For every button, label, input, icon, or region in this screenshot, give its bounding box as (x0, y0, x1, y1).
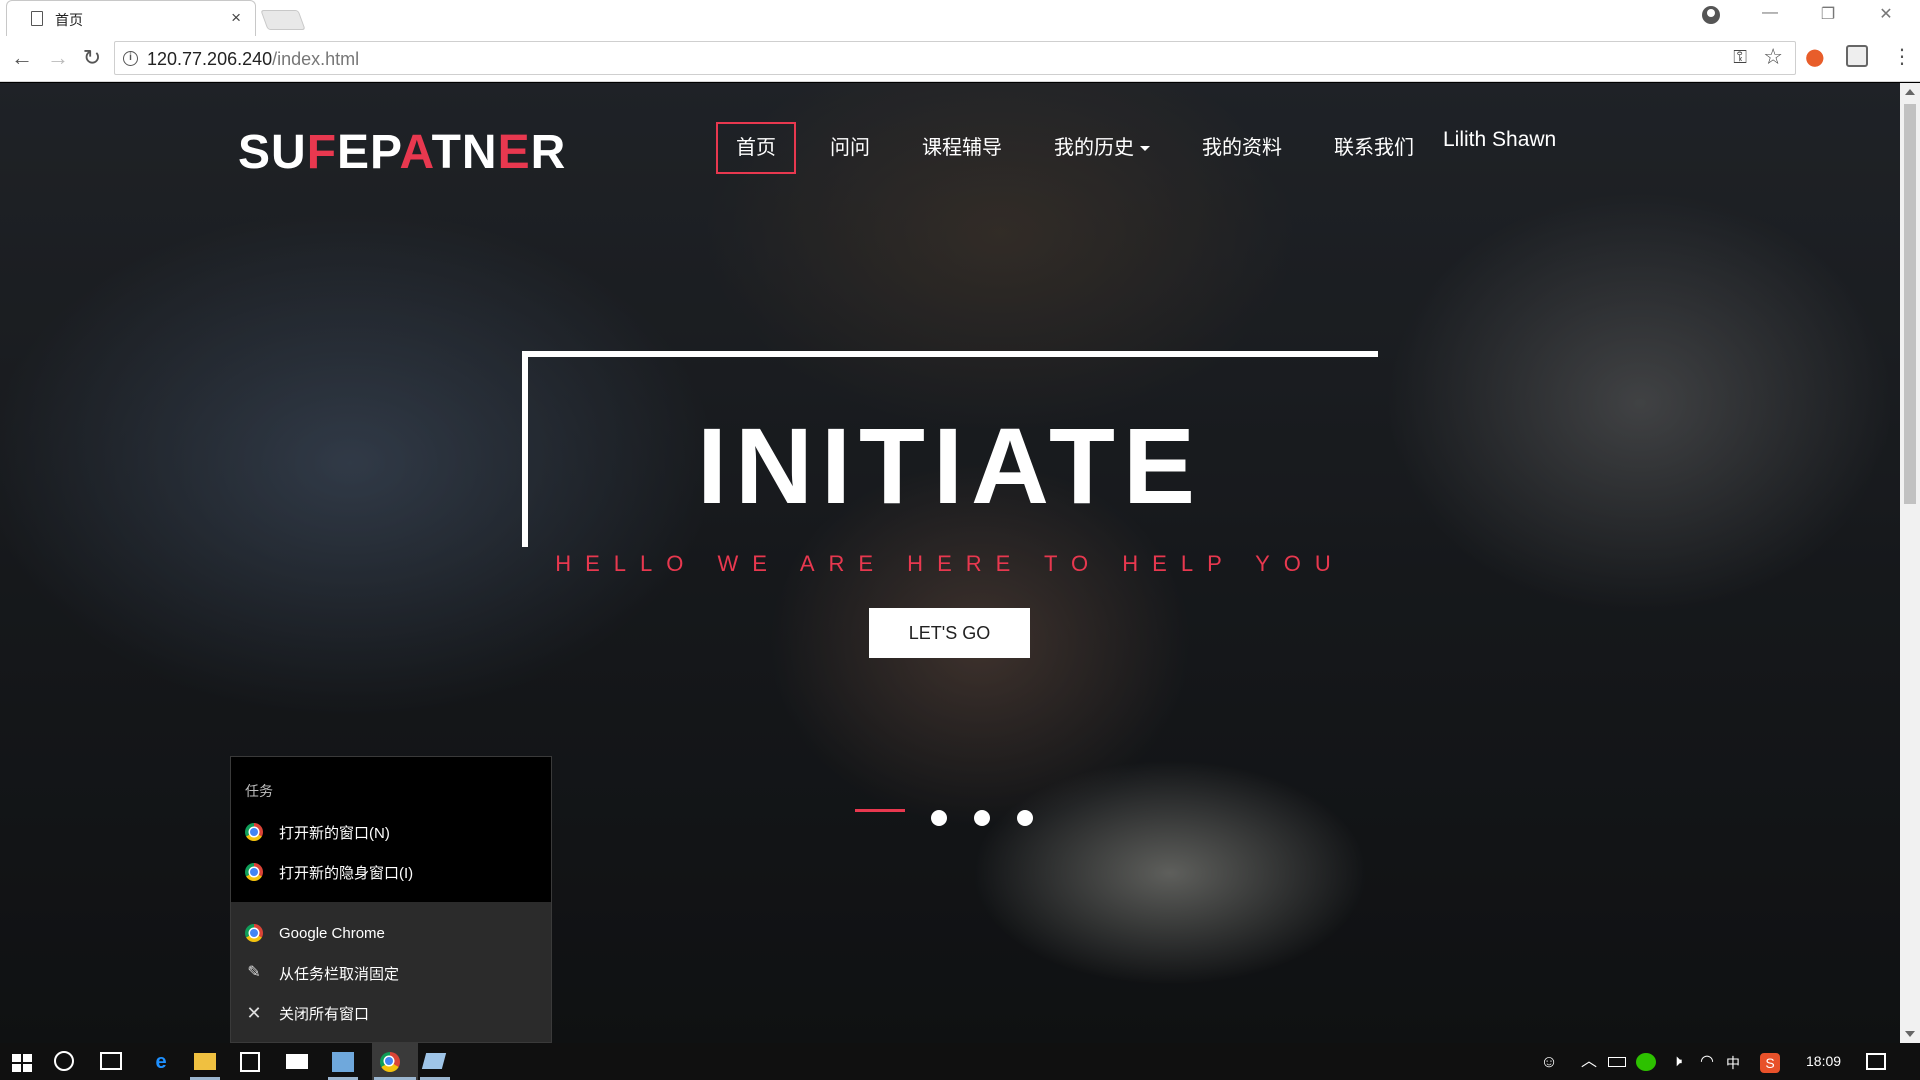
browser-tab[interactable]: 首页 × (6, 0, 256, 36)
clock[interactable]: 18:09 (1806, 1053, 1841, 1069)
chrome-icon (245, 924, 263, 942)
people-icon[interactable]: ☺ (1536, 1049, 1562, 1075)
extension-icon[interactable] (1846, 45, 1868, 67)
extension-icon[interactable] (1806, 45, 1828, 67)
page-document-icon (31, 11, 43, 26)
jump-list-unpin[interactable]: ✎ 从任务栏取消固定 (245, 960, 399, 986)
caret-down-icon (1140, 146, 1150, 152)
edge-icon[interactable]: e (148, 1049, 174, 1075)
key-icon[interactable]: ⚿ (1733, 47, 1747, 68)
logo-part: R (530, 126, 567, 179)
lets-go-button[interactable]: LET'S GO (869, 608, 1030, 658)
sogou-input-icon[interactable]: S (1760, 1053, 1780, 1073)
mail-icon[interactable] (286, 1054, 308, 1069)
jump-list-close-all[interactable]: ✕ 关闭所有窗口 (245, 1000, 369, 1026)
chrome-icon (245, 823, 263, 841)
jump-list-open-chrome[interactable]: Google Chrome (245, 920, 385, 946)
nav-item-profile[interactable]: 我的资料 (1184, 122, 1300, 174)
address-bar[interactable]: i 120.77.206.240/index.html ⚿ ☆ (114, 41, 1796, 75)
wifi-icon[interactable]: ◠ (1694, 1049, 1720, 1075)
url-text[interactable]: 120.77.206.240/index.html (147, 49, 359, 70)
back-arrow-icon[interactable]: ← (8, 46, 36, 70)
url-path: /index.html (272, 49, 360, 69)
store-icon[interactable] (240, 1052, 260, 1072)
url-host: 120.77.206.240 (147, 49, 273, 69)
hero-frame-line (522, 351, 1378, 357)
logo-part: EP (337, 126, 400, 179)
main-nav: 首页 问问 课程辅导 我的历史 我的资料 联系我们 (716, 122, 1448, 174)
bookmark-star-icon[interactable]: ☆ (1763, 44, 1783, 70)
volume-muted-icon[interactable]: 🕨 (1664, 1049, 1690, 1075)
close-icon: ✕ (246, 1003, 262, 1023)
minimize-button[interactable]: — (1750, 4, 1790, 22)
start-windows-icon[interactable] (12, 1054, 32, 1072)
site-info-icon[interactable]: i (123, 51, 138, 66)
notifications-icon[interactable] (1866, 1053, 1886, 1070)
jump-list-item-label: Google Chrome (279, 924, 385, 942)
chrome-icon (245, 863, 263, 881)
file-explorer-icon[interactable] (194, 1053, 216, 1070)
jump-list-item-label: 从任务栏取消固定 (279, 965, 400, 983)
scrollbar-thumb[interactable] (1904, 104, 1916, 504)
reload-icon[interactable]: ↻ (78, 46, 106, 70)
logo-part: F (306, 126, 338, 179)
nav-user-name[interactable]: Lilith Shawn (1443, 128, 1556, 152)
new-tab-button[interactable] (260, 10, 306, 30)
browser-tab-strip: 首页 × — ❐ ✕ (0, 0, 1920, 36)
jump-list-new-incognito[interactable]: 打开新的隐身窗口(I) (245, 859, 413, 885)
jump-list-item-label: 关闭所有窗口 (279, 1005, 370, 1023)
nav-history-label: 我的历史 (1054, 137, 1134, 159)
nav-item-home[interactable]: 首页 (716, 122, 796, 174)
show-hidden-icons-chevron-up-icon[interactable]: ︿ (1576, 1049, 1602, 1075)
more-menu-icon[interactable]: ⋮ (1892, 44, 1912, 69)
app-icon[interactable] (421, 1053, 447, 1069)
taskbar-jump-list: 任务 打开新的窗口(N) 打开新的隐身窗口(I) Google Chrome ✎… (231, 757, 551, 1042)
forward-arrow-icon[interactable]: → (44, 46, 72, 70)
jump-list-actions: Google Chrome ✎ 从任务栏取消固定 ✕ 关闭所有窗口 (231, 902, 551, 1042)
logo-part: A (399, 126, 432, 179)
jump-list-header: 任务 (245, 783, 273, 799)
cortana-icon[interactable] (54, 1051, 74, 1071)
chrome-icon[interactable] (380, 1052, 400, 1072)
slider-dot[interactable] (931, 810, 947, 826)
nav-item-tutoring[interactable]: 课程辅导 (904, 122, 1020, 174)
logo-part: SU (238, 126, 307, 179)
restore-button[interactable]: ❐ (1808, 4, 1848, 24)
logo-part: E (497, 126, 531, 179)
hero-title: INITIATE (697, 405, 1203, 526)
jump-list-tasks: 任务 打开新的窗口(N) 打开新的隐身窗口(I) (231, 757, 551, 902)
jump-list-item-label: 打开新的隐身窗口(I) (279, 864, 414, 882)
slider-dot[interactable] (1017, 810, 1033, 826)
scroll-down-arrow-icon[interactable] (1905, 1031, 1915, 1037)
hero-subtitle: HELLO WE ARE HERE TO HELP YOU (555, 551, 1345, 576)
logo-part: TN (431, 126, 498, 179)
tab-title: 首页 (55, 12, 83, 28)
slider-dot[interactable] (974, 810, 990, 826)
slider-indicator-active[interactable] (855, 809, 905, 812)
ime-indicator[interactable]: 中 (1726, 1053, 1740, 1073)
task-view-icon[interactable] (100, 1052, 122, 1070)
browser-toolbar: ← → ↻ i 120.77.206.240/index.html ⚿ ☆ ⋮ (0, 36, 1920, 82)
jump-list-item-label: 打开新的窗口(N) (279, 824, 390, 842)
windows-taskbar: e ☺ ︿ 🕨 ◠ 中 S 18:09 (0, 1043, 1920, 1080)
battery-icon[interactable] (1608, 1057, 1626, 1067)
nav-item-history[interactable]: 我的历史 (1036, 122, 1168, 174)
scroll-up-arrow-icon[interactable] (1905, 89, 1915, 95)
network-app-icon[interactable] (332, 1052, 354, 1072)
jump-list-new-window[interactable]: 打开新的窗口(N) (245, 819, 390, 845)
nav-item-ask[interactable]: 问问 (812, 122, 888, 174)
unpin-icon: ✎ (247, 964, 261, 981)
vertical-scrollbar[interactable] (1900, 83, 1920, 1043)
profile-icon[interactable] (1702, 6, 1720, 24)
close-window-button[interactable]: ✕ (1866, 4, 1906, 24)
tab-close-icon[interactable]: × (231, 8, 241, 28)
wechat-icon[interactable] (1636, 1053, 1656, 1071)
site-logo[interactable]: SUFEPATNER (238, 125, 566, 180)
nav-item-contact[interactable]: 联系我们 (1316, 122, 1432, 174)
